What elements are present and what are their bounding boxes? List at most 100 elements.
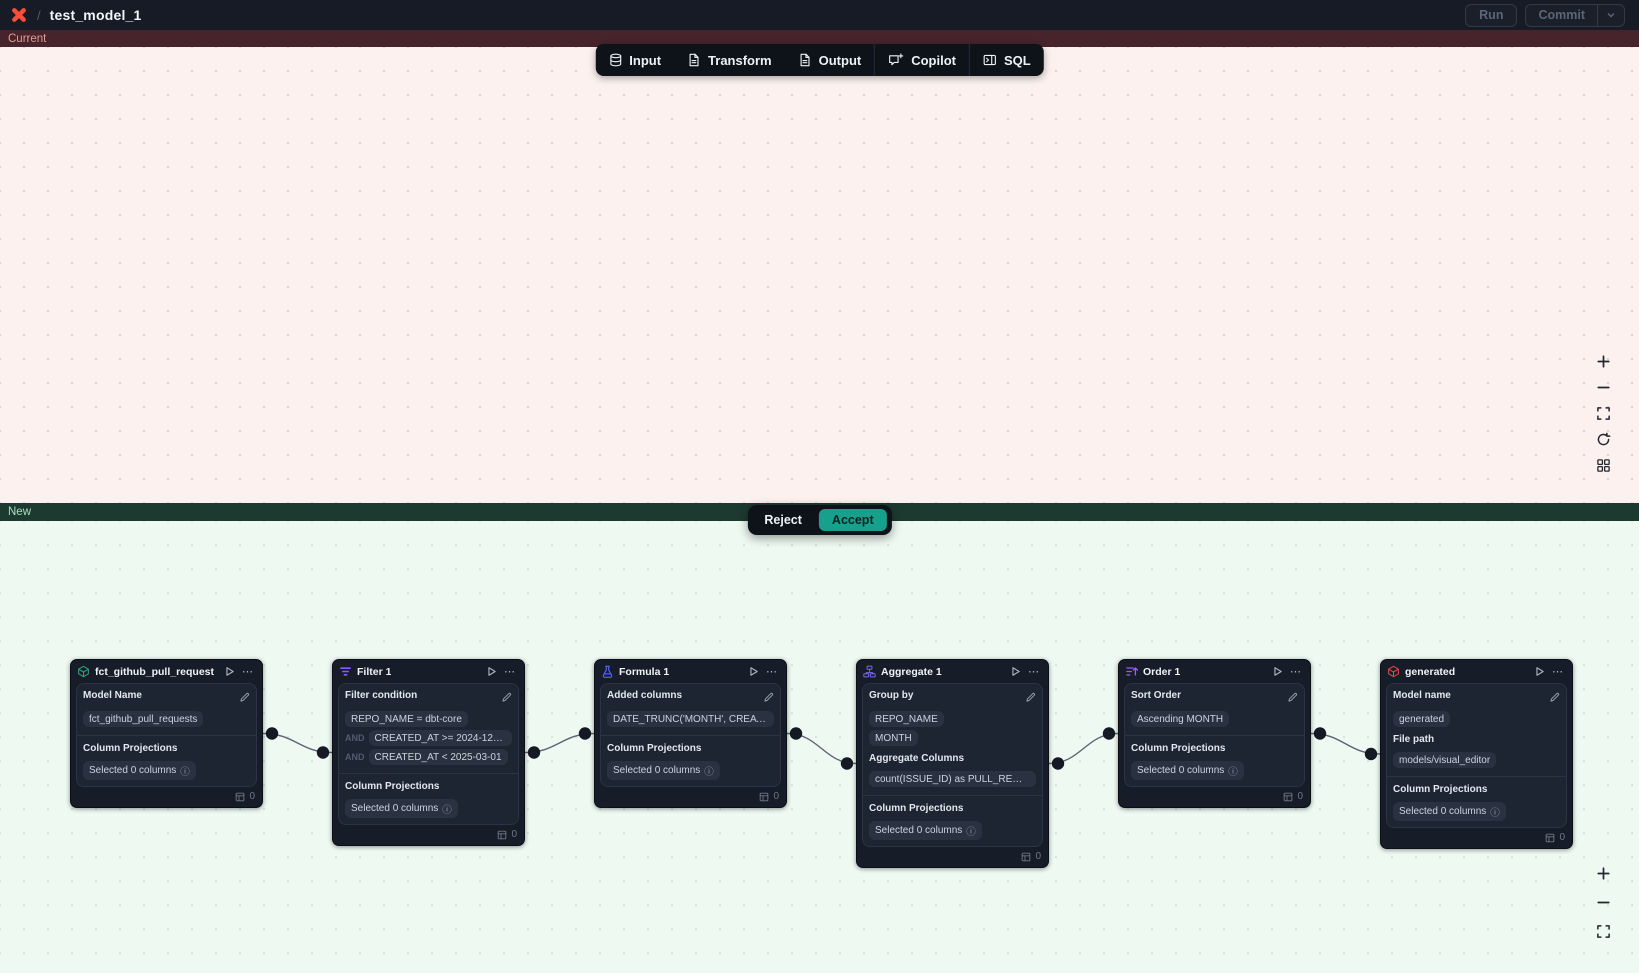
value-pill[interactable]: Selected 0 columnsⓘ <box>1393 802 1506 821</box>
model-icon <box>77 665 90 678</box>
section-label: Model Name <box>83 690 142 701</box>
table-icon <box>1545 833 1555 843</box>
order-icon <box>1125 665 1138 678</box>
node-header[interactable]: Filter 1 ⋯ <box>333 660 524 682</box>
table-icon <box>497 830 507 840</box>
run-node-button[interactable] <box>224 666 235 677</box>
value-pill[interactable]: CREATED_AT >= 2024-12-01 <box>369 730 513 746</box>
node-header[interactable]: Order 1 ⋯ <box>1119 660 1310 682</box>
commit-split-button[interactable]: Commit <box>1525 4 1625 27</box>
row-count-value: 0 <box>511 829 517 840</box>
value-pill[interactable]: Selected 0 columnsⓘ <box>83 761 196 780</box>
node-filter-1[interactable]: Filter 1 ⋯ Filter conditionREPO_NAME = d… <box>332 659 525 846</box>
node-menu-button[interactable]: ⋯ <box>502 665 518 678</box>
reject-button[interactable]: Reject <box>752 509 814 531</box>
edit-pencil-icon[interactable] <box>1025 690 1036 708</box>
edit-pencil-icon[interactable] <box>1287 690 1298 708</box>
run-node-button[interactable] <box>1534 666 1545 677</box>
toolbar-item-label: Output <box>819 53 862 68</box>
value-pill[interactable]: models/visual_editor <box>1393 752 1496 768</box>
section-label: Aggregate Columns <box>869 753 964 764</box>
fit-view-icon[interactable] <box>1595 923 1611 939</box>
row-count-value: 0 <box>773 791 779 802</box>
node-config-panel: Added columnsDATE_TRUNC('MONTH', CREATED… <box>600 683 781 787</box>
node-order-1[interactable]: Order 1 ⋯ Sort OrderAscending MONTH Colu… <box>1118 659 1311 808</box>
node-section: Model name generated <box>1393 690 1560 727</box>
node-menu-button[interactable]: ⋯ <box>1288 665 1304 678</box>
toolbar-item-sql[interactable]: SQL <box>970 44 1044 76</box>
node-formula-1[interactable]: Formula 1 ⋯ Added columnsDATE_TRUNC('MON… <box>594 659 787 808</box>
value-pill[interactable]: REPO_NAME <box>869 711 944 727</box>
current-canvas[interactable]: Input Transform Output CopilotSQL <box>0 47 1639 503</box>
node-header[interactable]: Formula 1 ⋯ <box>595 660 786 682</box>
edit-pencil-icon[interactable] <box>763 690 774 708</box>
node-title: fct_github_pull_requests <box>95 666 214 678</box>
grid-icon[interactable] <box>1595 457 1611 473</box>
value-pill[interactable]: count(ISSUE_ID) as PULL_REQUEST_COUNT <box>869 771 1036 787</box>
toolbar-item-copilot[interactable]: Copilot <box>875 44 969 76</box>
value-pill[interactable]: fct_github_pull_requests <box>83 711 203 727</box>
zoom-out-icon[interactable] <box>1595 379 1611 395</box>
table-icon <box>759 792 769 802</box>
connection-port <box>266 727 278 739</box>
node-title: Order 1 <box>1143 666 1180 678</box>
node-section: Model Name fct_github_pull_requests <box>83 690 250 727</box>
value-pill[interactable]: Selected 0 columnsⓘ <box>607 761 720 780</box>
fit-view-icon[interactable] <box>1595 405 1611 421</box>
node-menu-button[interactable]: ⋯ <box>1026 665 1042 678</box>
value-pill[interactable]: CREATED_AT < 2025-03-01 <box>369 749 508 765</box>
edit-pencil-icon[interactable] <box>1549 690 1560 708</box>
section-label: File path <box>1393 734 1434 745</box>
toolbar-item-output[interactable]: Output <box>785 44 875 76</box>
value-pill[interactable]: Selected 0 columnsⓘ <box>1131 761 1244 780</box>
toolbar-item-transform[interactable]: Transform <box>674 44 785 76</box>
info-icon: ⓘ <box>704 764 714 778</box>
value-pill[interactable]: Selected 0 columnsⓘ <box>869 821 982 840</box>
toolbar-item-label: Transform <box>708 53 772 68</box>
run-node-button[interactable] <box>486 666 497 677</box>
commit-button[interactable]: Commit <box>1526 8 1597 22</box>
value-pill[interactable]: DATE_TRUNC('MONTH', CREATED_AT_MONTH <box>607 711 774 727</box>
run-node-button[interactable] <box>1272 666 1283 677</box>
node-aggregate-1[interactable]: Aggregate 1 ⋯ Group by REPO_NAME MONTH Agg… <box>856 659 1049 868</box>
table-icon <box>1021 852 1031 862</box>
connection-port <box>579 727 591 739</box>
node-header[interactable]: fct_github_pull_requests ⋯ <box>71 660 262 682</box>
table-icon <box>1283 792 1293 802</box>
run-node-button[interactable] <box>1010 666 1021 677</box>
edit-pencil-icon[interactable] <box>501 690 512 708</box>
refresh-icon[interactable] <box>1595 431 1611 447</box>
chevron-down-icon[interactable] <box>1597 5 1624 26</box>
zoom-out-icon[interactable] <box>1595 894 1611 910</box>
node-section: Column ProjectionsSelected 0 columnsⓘ <box>77 735 256 780</box>
run-node-button[interactable] <box>748 666 759 677</box>
node-section: Column ProjectionsSelected 0 columnsⓘ <box>1125 735 1304 780</box>
value-pill[interactable]: REPO_NAME = dbt-core <box>345 711 468 727</box>
node-menu-button[interactable]: ⋯ <box>240 665 256 678</box>
connection-port <box>790 727 802 739</box>
row-count-value: 0 <box>1297 791 1303 802</box>
edit-pencil-icon[interactable] <box>239 690 250 708</box>
connection-port <box>317 746 329 758</box>
section-label: Group by <box>869 690 913 701</box>
toolbar-item-input[interactable]: Input <box>595 44 674 76</box>
value-pill[interactable]: Ascending MONTH <box>1131 711 1229 727</box>
zoom-in-icon[interactable] <box>1595 865 1611 881</box>
node-header[interactable]: Aggregate 1 ⋯ <box>857 660 1048 682</box>
toolbar-item-label: Input <box>629 53 661 68</box>
value-pill[interactable]: generated <box>1393 711 1450 727</box>
zoom-in-icon[interactable] <box>1595 353 1611 369</box>
new-canvas[interactable]: Reject Accept fct_github_pull_requests ⋯… <box>0 521 1639 973</box>
run-button[interactable]: Run <box>1465 4 1517 27</box>
section-label: Model name <box>1393 690 1451 701</box>
node-header[interactable]: generated ⋯ <box>1381 660 1572 682</box>
node-fct_github_pull_requests[interactable]: fct_github_pull_requests ⋯ Model Name fct… <box>70 659 263 808</box>
value-pill[interactable]: Selected 0 columnsⓘ <box>345 799 458 818</box>
node-generated[interactable]: generated ⋯ Model name generated File pat… <box>1380 659 1573 849</box>
value-pill[interactable]: MONTH <box>869 730 918 746</box>
node-menu-button[interactable]: ⋯ <box>1550 665 1566 678</box>
node-section: Sort OrderAscending MONTH <box>1131 690 1298 727</box>
diff-decision-bar: Reject Accept <box>747 505 891 535</box>
accept-button[interactable]: Accept <box>819 509 887 531</box>
node-menu-button[interactable]: ⋯ <box>764 665 780 678</box>
